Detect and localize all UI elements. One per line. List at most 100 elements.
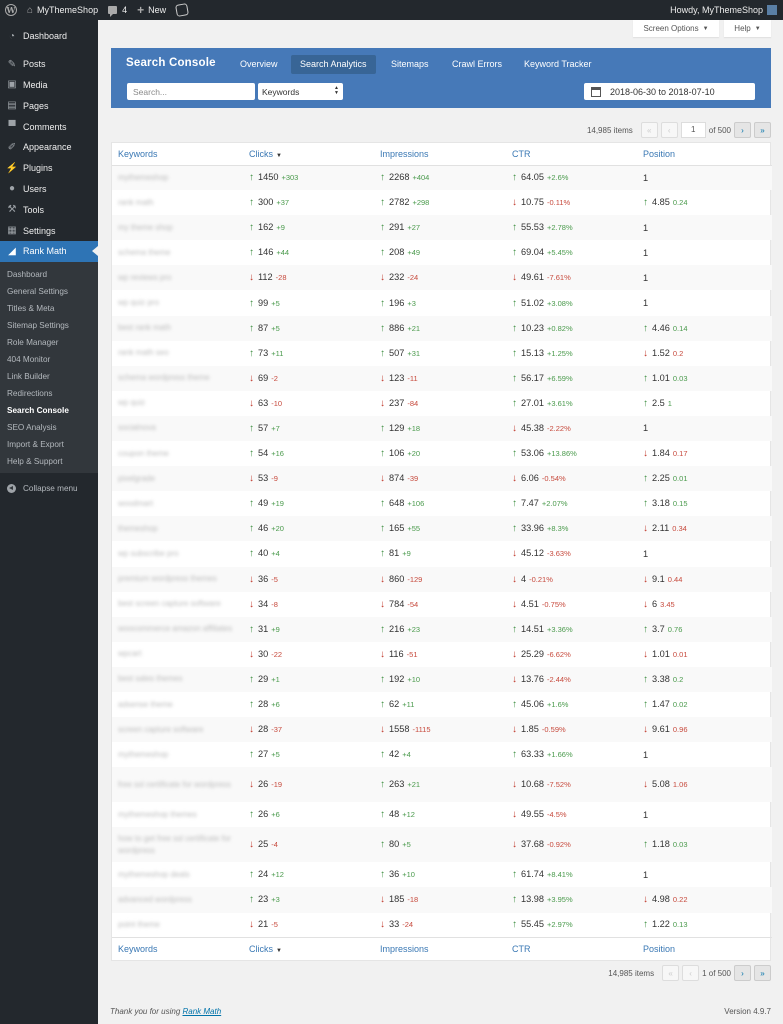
rank-math-link[interactable]: Rank Math: [182, 1007, 221, 1016]
arrow-up-icon: ↑: [249, 347, 254, 359]
keyword-text: themeshop: [118, 523, 158, 533]
clicks-cell: ↓ 30 -22: [243, 642, 374, 667]
submenu-item-link-builder[interactable]: Link Builder: [0, 368, 98, 385]
position-cell: 1: [637, 802, 772, 827]
ctr-value: 55.53: [521, 222, 544, 233]
clicks-delta: -19: [271, 780, 283, 790]
sidebar-item-dashboard[interactable]: ◔ Dashboard: [0, 26, 98, 47]
prev-page-button[interactable]: ‹: [682, 965, 700, 981]
keyword-cell: how to get free ssl certificate for word…: [112, 827, 243, 862]
column-footer-position[interactable]: Position: [637, 937, 772, 960]
impressions-delta: -54: [407, 599, 419, 609]
arrow-down-icon: ↓: [249, 839, 254, 851]
submenu-item-titles-meta[interactable]: Titles & Meta: [0, 300, 98, 317]
next-page-button[interactable]: ›: [734, 965, 751, 981]
sidebar-item-appearance[interactable]: ✐ Appearance: [0, 137, 98, 158]
submenu-item-general-settings[interactable]: General Settings: [0, 283, 98, 300]
sidebar-item-posts[interactable]: ✎ Posts: [0, 54, 98, 75]
keyword-cell: schema wordpress theme: [112, 366, 243, 391]
table-row: socialnova ↑ 57 +7 ↑ 129 +18 ↓ 45.38 -2.22% 1: [112, 415, 772, 442]
column-header-position[interactable]: Position: [637, 143, 772, 166]
wp-logo-button[interactable]: W: [0, 0, 22, 20]
impressions-cell: ↑ 886 +21: [374, 316, 506, 341]
table-header-row: Keywords Clicks ▼ Impressions CTR Positio…: [112, 143, 772, 166]
column-label: Position: [643, 148, 676, 159]
tab-crawl-errors[interactable]: Crawl Errors: [443, 55, 511, 74]
tab-overview[interactable]: Overview: [231, 55, 287, 74]
submenu-item-role-manager[interactable]: Role Manager: [0, 334, 98, 351]
sidebar-item-tools[interactable]: ⚒ Tools: [0, 199, 98, 220]
column-footer-keywords[interactable]: Keywords: [112, 937, 243, 960]
column-header-clicks[interactable]: Clicks ▼: [243, 143, 374, 166]
table-row: best rank math ↑ 87 +5 ↑ 886 +21 ↑ 10.23 +0.82% ↑ 4…: [112, 315, 772, 341]
screen-options-button[interactable]: Screen Options ▼: [633, 20, 719, 37]
arrow-down-icon: ↓: [380, 397, 385, 409]
sidebar-item-users[interactable]: ● Users: [0, 179, 98, 200]
tab-sitemaps[interactable]: Sitemaps: [382, 55, 438, 74]
arrow-up-icon: ↑: [380, 839, 385, 851]
sidebar-item-label: Rank Math: [23, 246, 67, 257]
column-footer-clicks[interactable]: Clicks ▼: [243, 937, 374, 960]
sidebar-item-plugins[interactable]: ⚡ Plugins: [0, 158, 98, 179]
sidebar-item-settings[interactable]: ▦ Settings: [0, 220, 98, 241]
first-page-button[interactable]: «: [662, 965, 680, 981]
date-range-value: 2018-06-30 to 2018-07-10: [610, 86, 715, 97]
column-footer-impressions[interactable]: Impressions: [374, 937, 506, 960]
rank-math-adminbar-link[interactable]: [171, 0, 193, 20]
current-page-input[interactable]: 1: [680, 122, 706, 138]
comments-link[interactable]: 4: [103, 0, 132, 20]
sidebar-item-media[interactable]: ▣ Media: [0, 75, 98, 96]
sidebar-item-rank-math[interactable]: ◢ Rank Math: [0, 240, 98, 262]
submenu-item-redirections[interactable]: Redirections: [0, 385, 98, 402]
submenu-item-search-console[interactable]: Search Console: [0, 402, 98, 419]
first-page-button[interactable]: «: [640, 122, 658, 138]
next-page-button[interactable]: ›: [734, 122, 751, 138]
dimension-select[interactable]: Keywords ▲ ▼: [258, 83, 343, 100]
submenu-item-404-monitor[interactable]: 404 Monitor: [0, 351, 98, 368]
last-page-button[interactable]: »: [754, 122, 771, 138]
clicks-value: 23: [258, 894, 269, 905]
arrow-down-icon: ↓: [380, 919, 385, 931]
table-row: wp subscribe pro ↑ 40 +4 ↑ 81 +9 ↓ 45.12 -3.63% 1: [112, 541, 772, 566]
ctr-cell: ↑ 56.17 +6.59%: [506, 366, 637, 391]
arrow-down-icon: ↓: [643, 523, 648, 535]
collapse-menu-button[interactable]: Collapse menu: [0, 479, 98, 499]
new-content-link[interactable]: + New: [132, 0, 171, 20]
column-header-keywords[interactable]: Keywords: [112, 143, 243, 166]
impressions-delta: -24: [407, 273, 419, 283]
arrow-down-icon: ↓: [512, 598, 517, 610]
tab-keyword-tracker[interactable]: Keyword Tracker: [515, 55, 601, 74]
tab-search-analytics[interactable]: Search Analytics: [291, 55, 376, 74]
table-row: mythemeshop ↑ 27 +5 ↑ 42 +4 ↑ 63.33 +1.66% 1: [112, 742, 772, 767]
arrow-down-icon: ↓: [512, 809, 517, 821]
admin-sidebar: ◔ Dashboard ✎ Posts ▣ Media ▤ Pages ▀ Comment…: [0, 20, 98, 1024]
table-row: mythemeshop ↑ 1450 +303 ↑ 2268 +404 ↑ 64.05 +2.6%…: [112, 165, 772, 191]
ctr-delta: -0.54%: [541, 474, 566, 484]
column-header-impressions[interactable]: Impressions: [374, 143, 506, 166]
comment-icon: ▀: [8, 121, 16, 133]
sidebar-item-comments[interactable]: ▀ Comments: [0, 116, 98, 137]
submenu-item-seo-analysis[interactable]: SEO Analysis: [0, 419, 98, 436]
search-input[interactable]: [127, 83, 255, 100]
submenu-item-help-support[interactable]: Help & Support: [0, 453, 98, 470]
column-footer-ctr[interactable]: CTR: [506, 937, 637, 960]
date-range-picker[interactable]: 2018-06-30 to 2018-07-10: [584, 83, 755, 100]
submenu-item-sitemap-settings[interactable]: Sitemap Settings: [0, 317, 98, 334]
submenu-item-dashboard[interactable]: Dashboard: [0, 266, 98, 283]
table-body: mythemeshop ↑ 1450 +303 ↑ 2268 +404 ↑ 64.05 +2.6%…: [112, 165, 772, 938]
position-cell: ↑ 2.5 1: [637, 391, 772, 416]
position-delta: 0.01: [672, 474, 688, 484]
column-header-ctr[interactable]: CTR: [506, 143, 637, 166]
keyword-cell: rank math: [112, 190, 243, 215]
last-page-button[interactable]: »: [754, 965, 771, 981]
help-button[interactable]: Help ▼: [724, 20, 771, 37]
prev-page-button[interactable]: ‹: [660, 122, 678, 138]
position-value: 1: [643, 247, 649, 258]
impressions-value: 874: [389, 473, 405, 484]
my-account-link[interactable]: Howdy, MyThemeShop: [665, 0, 783, 20]
keyword-text: wp reviews pro: [118, 272, 172, 282]
site-name-link[interactable]: ⌂ MyThemeShop: [22, 0, 103, 20]
clicks-cell: ↓ 36 -5: [243, 567, 374, 592]
submenu-item-import-export[interactable]: Import & Export: [0, 436, 98, 453]
sidebar-item-pages[interactable]: ▤ Pages: [0, 95, 98, 116]
